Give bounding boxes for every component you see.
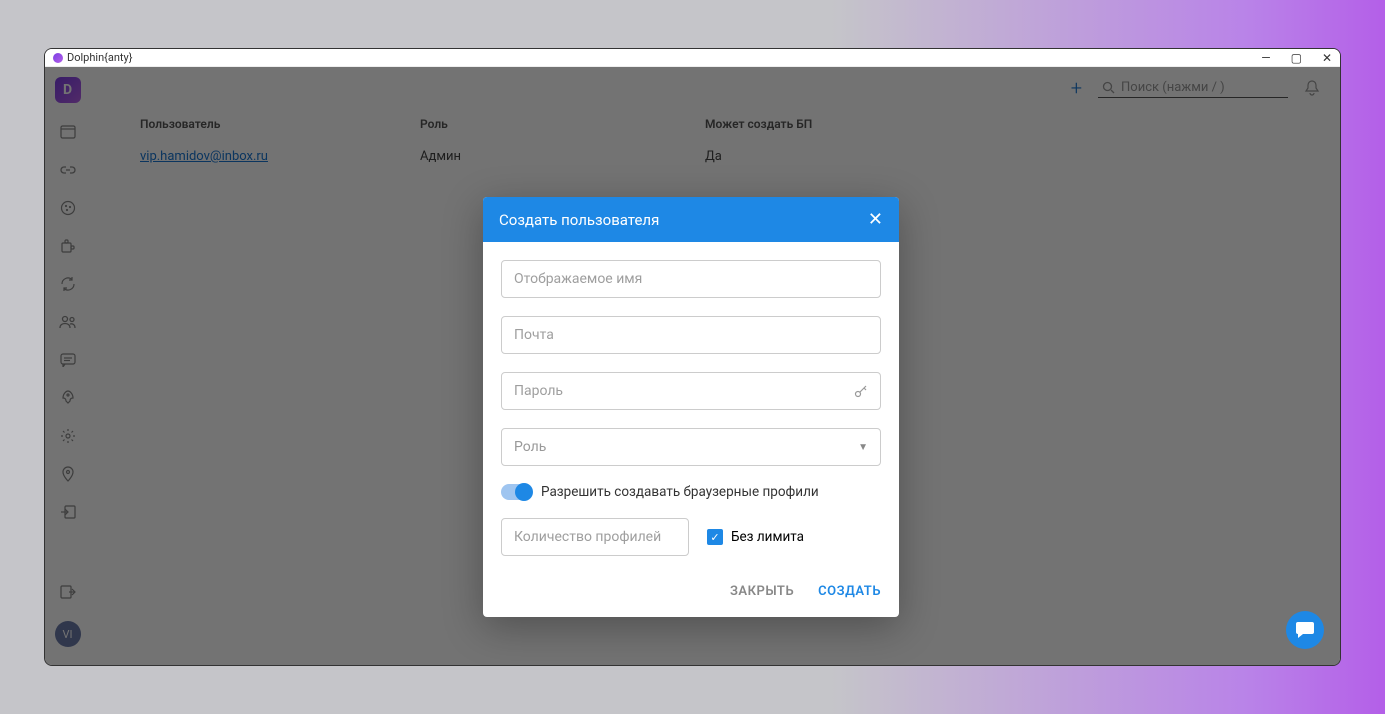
create-user-dialog: Создать пользователя ✕ Роль ▼	[483, 197, 899, 617]
dialog-header: Создать пользователя ✕	[483, 197, 899, 242]
app-window: Dolphin{anty} — ▢ ✕ D	[44, 48, 1341, 666]
email-field[interactable]	[501, 316, 881, 354]
display-name-field[interactable]	[501, 260, 881, 298]
profiles-count-input[interactable]	[514, 529, 676, 545]
close-window-button[interactable]: ✕	[1322, 51, 1332, 65]
role-select[interactable]: Роль ▼	[501, 428, 881, 466]
no-limit-checkbox[interactable]: ✓	[707, 529, 723, 545]
dialog-body: Роль ▼ Разрешить создавать браузерные пр…	[483, 242, 899, 566]
dialog-close-button[interactable]: ✕	[868, 209, 883, 230]
allow-profiles-toggle-row: Разрешить создавать браузерные профили	[501, 484, 881, 500]
email-input[interactable]	[514, 327, 868, 343]
no-limit-checkbox-wrap[interactable]: ✓ Без лимита	[707, 529, 804, 545]
window-controls: — ▢ ✕	[1261, 51, 1332, 65]
maximize-button[interactable]: ▢	[1291, 51, 1302, 65]
create-button[interactable]: СОЗДАТЬ	[818, 584, 881, 599]
profiles-count-row: ✓ Без лимита	[501, 518, 881, 556]
role-select-label: Роль	[514, 439, 546, 455]
titlebar-app-icon	[53, 53, 63, 63]
key-icon[interactable]	[854, 384, 868, 398]
dialog-footer: ЗАКРЫТЬ СОЗДАТЬ	[483, 566, 899, 617]
minimize-button[interactable]: —	[1261, 51, 1270, 65]
toggle-knob	[515, 483, 533, 501]
display-name-input[interactable]	[514, 271, 868, 287]
profiles-count-field[interactable]	[501, 518, 689, 556]
no-limit-label: Без лимита	[731, 529, 804, 545]
cancel-button[interactable]: ЗАКРЫТЬ	[730, 584, 794, 599]
password-input[interactable]	[514, 383, 854, 399]
allow-profiles-label: Разрешить создавать браузерные профили	[541, 484, 819, 500]
dialog-title: Создать пользователя	[499, 211, 659, 229]
support-chat-button[interactable]	[1286, 611, 1324, 649]
password-field[interactable]	[501, 372, 881, 410]
allow-profiles-toggle[interactable]	[501, 484, 531, 500]
titlebar: Dolphin{anty} — ▢ ✕	[45, 49, 1340, 67]
window-title: Dolphin{anty}	[67, 51, 1261, 64]
chevron-down-icon: ▼	[858, 442, 868, 453]
